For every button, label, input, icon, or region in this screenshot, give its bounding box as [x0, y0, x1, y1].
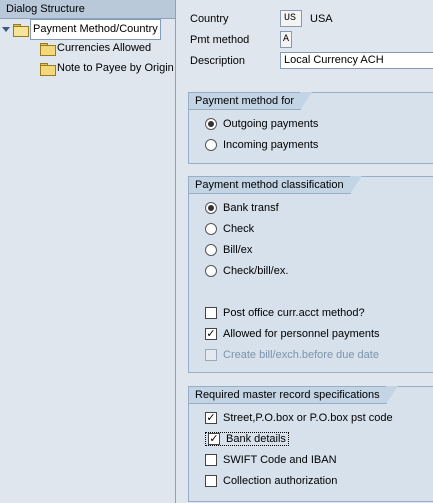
pmt-method-row: Pmt method A	[190, 30, 292, 49]
checkmark-icon[interactable]: ✓	[208, 433, 220, 445]
radio-button-icon[interactable]	[205, 118, 217, 130]
incoming-payments-radio[interactable]: Incoming payments	[205, 136, 318, 154]
radio-button-icon[interactable]	[205, 139, 217, 151]
post-office-label: Post office curr.acct method?	[223, 307, 365, 319]
country-name: USA	[310, 12, 333, 25]
checkbox-icon[interactable]	[205, 307, 217, 319]
post-office-checkbox[interactable]: Post office curr.acct method?	[205, 304, 365, 322]
tree-item-note-to-payee[interactable]: Note to Payee by Origin	[40, 59, 174, 78]
create-bill-exch-label: Create bill/exch.before due date	[223, 349, 379, 361]
country-row: Country US USA	[190, 9, 333, 28]
collection-authorization-checkbox[interactable]: Collection authorization	[205, 472, 337, 490]
collection-authorization-label: Collection authorization	[223, 475, 338, 487]
description-label: Description	[190, 54, 246, 67]
expand-arrow-icon[interactable]	[2, 27, 10, 32]
master-record-group: Required master record specifications ✓ …	[188, 386, 433, 502]
bank-details-checkbox[interactable]: ✓ Bank details	[205, 430, 289, 448]
folder-icon	[40, 63, 56, 76]
check-bill-ex-radio[interactable]: Check/bill/ex.	[205, 262, 288, 280]
country-code-field[interactable]: US	[280, 10, 302, 27]
tree-item-currencies-allowed[interactable]: Currencies Allowed	[40, 39, 151, 58]
create-bill-exch-checkbox: Create bill/exch.before due date	[205, 346, 379, 364]
personnel-payments-label: Allowed for personnel payments	[223, 328, 380, 340]
bank-details-label: Bank details	[226, 433, 286, 445]
tree-item-label: Note to Payee by Origin	[57, 62, 174, 74]
payment-method-for-title: Payment method for	[189, 92, 313, 110]
focus-outline: ✓ Bank details	[205, 432, 289, 446]
country-label: Country	[190, 12, 229, 25]
checkmark-icon[interactable]: ✓	[205, 328, 217, 340]
swift-iban-label: SWIFT Code and IBAN	[223, 454, 337, 466]
payment-method-for-group: Payment method for Outgoing payments Inc…	[188, 92, 433, 164]
radio-button-icon[interactable]	[205, 223, 217, 235]
dialog-structure-pane: Dialog Structure Payment Method/Country …	[0, 0, 176, 503]
classification-title: Payment method classification	[189, 176, 362, 194]
check-bill-ex-label: Check/bill/ex.	[223, 265, 289, 277]
detail-pane: Country US USA Pmt method A Description …	[180, 0, 433, 503]
street-po-box-checkbox[interactable]: ✓ Street,P.O.box or P.O.box pst code	[205, 409, 393, 427]
dialog-structure-header: Dialog Structure	[0, 0, 175, 19]
bank-transf-label: Bank transf	[223, 202, 279, 214]
radio-button-icon[interactable]	[205, 244, 217, 256]
folder-icon	[40, 43, 56, 56]
swift-iban-checkbox[interactable]: SWIFT Code and IBAN	[205, 451, 337, 469]
description-input[interactable]: Local Currency ACH	[280, 52, 433, 69]
tree-item-payment-method-country[interactable]: Payment Method/Country	[2, 19, 161, 40]
pmt-method-label: Pmt method	[190, 33, 250, 46]
checkbox-icon[interactable]	[205, 454, 217, 466]
pmt-method-field[interactable]: A	[280, 31, 292, 48]
personnel-payments-checkbox[interactable]: ✓ Allowed for personnel payments	[205, 325, 380, 343]
incoming-payments-label: Incoming payments	[223, 139, 319, 151]
folder-open-icon	[13, 24, 29, 37]
bank-transf-radio[interactable]: Bank transf	[205, 199, 279, 217]
description-row: Description Local Currency ACH	[190, 51, 433, 70]
bill-ex-label: Bill/ex	[223, 244, 253, 256]
checkbox-icon	[205, 349, 217, 361]
tree-item-label: Currencies Allowed	[57, 42, 152, 54]
master-record-title: Required master record specifications	[189, 386, 398, 404]
checkmark-icon[interactable]: ✓	[205, 412, 217, 424]
radio-button-icon[interactable]	[205, 202, 217, 214]
check-radio[interactable]: Check	[205, 220, 254, 238]
street-po-box-label: Street,P.O.box or P.O.box pst code	[223, 412, 393, 424]
check-label: Check	[223, 223, 255, 235]
outgoing-payments-label: Outgoing payments	[223, 118, 319, 130]
classification-group: Payment method classification Bank trans…	[188, 176, 433, 373]
bill-ex-radio[interactable]: Bill/ex	[205, 241, 252, 259]
outgoing-payments-radio[interactable]: Outgoing payments	[205, 115, 318, 133]
tree-item-label: Payment Method/Country	[30, 19, 161, 40]
checkbox-icon[interactable]	[205, 475, 217, 487]
radio-button-icon[interactable]	[205, 265, 217, 277]
